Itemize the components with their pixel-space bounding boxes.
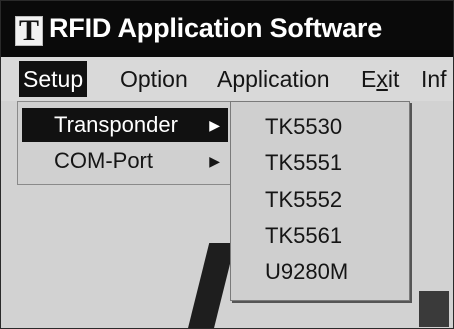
menu-exit[interactable]: Exit (357, 61, 403, 97)
window-title: RFID Application Software (49, 13, 383, 43)
application-window: T RFID Application Software Setup Option… (0, 0, 454, 329)
menu-option[interactable]: Option (116, 61, 192, 97)
menuitem-transponder[interactable]: Transponder ▶ (22, 108, 228, 142)
app-logo-letter: T (18, 14, 39, 47)
menuitem-com-port[interactable]: COM-Port ▶ (22, 144, 228, 178)
menu-exit-label-end: it (387, 66, 400, 92)
menu-info[interactable]: Inf (417, 61, 451, 97)
submenu-item-tk5530[interactable]: TK5530 (265, 110, 342, 144)
setup-dropdown: Transponder ▶ COM-Port ▶ (17, 101, 233, 185)
menuitem-com-port-label: COM-Port (54, 148, 153, 173)
submenu-item-tk5561[interactable]: TK5561 (265, 219, 342, 253)
transponder-submenu: TK5530 TK5551 TK5552 TK5561 U9280M (230, 101, 410, 301)
background-graphic-corner (419, 291, 449, 327)
title-bar[interactable]: T RFID Application Software (1, 1, 453, 57)
menu-exit-mnemonic: x (376, 66, 388, 92)
menu-application[interactable]: Application (213, 61, 334, 97)
submenu-item-u9280m[interactable]: U9280M (265, 255, 348, 289)
arrow-right-icon: ▶ (209, 153, 220, 169)
arrow-right-icon: ▶ (209, 117, 220, 133)
menu-exit-label-start: E (361, 66, 377, 92)
menuitem-transponder-label: Transponder (54, 112, 178, 137)
menu-setup[interactable]: Setup (19, 61, 88, 97)
app-logo-icon[interactable]: T (15, 14, 43, 47)
submenu-item-tk5551[interactable]: TK5551 (265, 146, 342, 180)
background-graphic (186, 243, 236, 328)
menu-bar: Setup Option Application Exit Inf (1, 57, 453, 101)
submenu-item-tk5552[interactable]: TK5552 (265, 183, 342, 217)
